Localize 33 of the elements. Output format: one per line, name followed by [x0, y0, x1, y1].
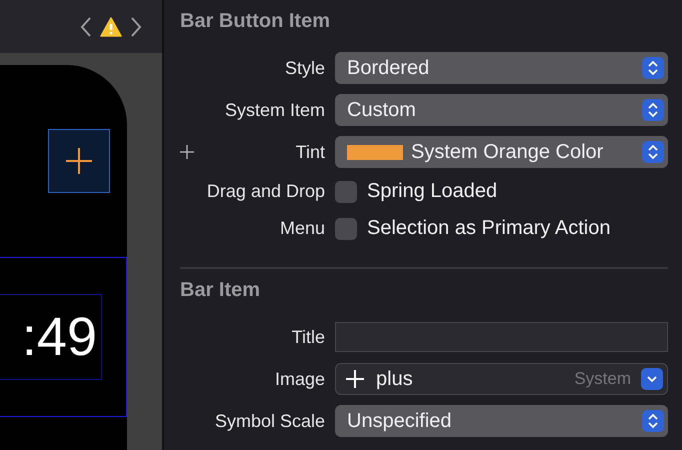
checkbox[interactable]: [335, 180, 357, 202]
field-label: Tint: [296, 142, 325, 162]
image-combo-field[interactable]: plus System: [335, 363, 668, 395]
checkbox-label: Spring Loaded: [367, 180, 498, 203]
chevron-down-icon: [641, 368, 663, 390]
popup-button[interactable]: Unspecified: [335, 405, 668, 437]
checkbox[interactable]: [335, 218, 357, 240]
field-label: Title: [290, 326, 325, 348]
section-title: Bar Button Item: [180, 10, 331, 33]
stepper-icon: [642, 57, 664, 79]
plus-icon: [344, 368, 366, 390]
plus-bar-button[interactable]: [48, 129, 110, 193]
color-popup-button[interactable]: System Orange Color: [335, 136, 668, 168]
plus-icon[interactable]: [180, 145, 194, 159]
time-label: :49: [0, 294, 102, 380]
stepper-icon: [642, 410, 664, 432]
field-label: Drag and Drop: [206, 181, 325, 202]
field-label: Style: [284, 58, 325, 78]
popup-button[interactable]: Bordered: [335, 52, 668, 84]
field-label: Symbol Scale: [214, 410, 325, 432]
checkbox-label: Selection as Primary Action: [367, 217, 610, 240]
field-label: Image: [274, 368, 325, 390]
title-input-field[interactable]: [335, 322, 668, 352]
section-title: Bar Item: [180, 279, 262, 302]
field-label: Menu: [278, 218, 325, 239]
stepper-icon: [642, 99, 664, 121]
field-label: System Item: [224, 100, 325, 120]
stepper-icon: [642, 141, 664, 163]
back-chevron-icon[interactable]: [80, 16, 92, 38]
popup-button[interactable]: Custom: [335, 94, 668, 126]
warning-icon[interactable]: [100, 16, 122, 36]
plus-icon: [65, 147, 93, 175]
forward-chevron-icon[interactable]: [130, 16, 142, 38]
